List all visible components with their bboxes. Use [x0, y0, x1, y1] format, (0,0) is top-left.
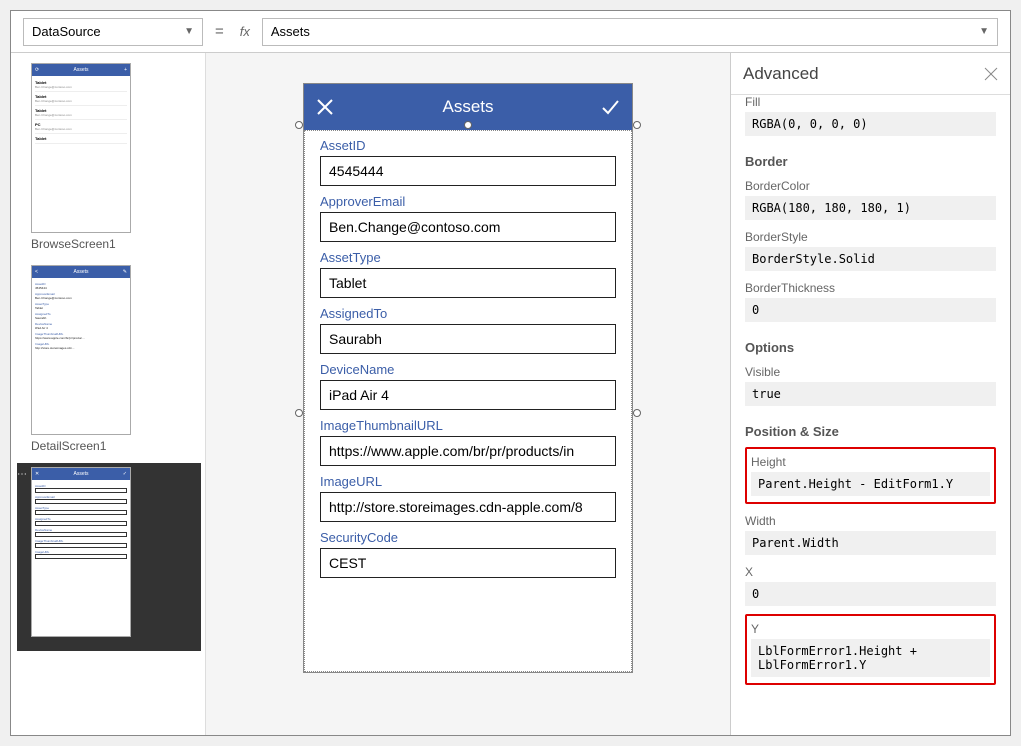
- thumb-label: DetailScreen1: [31, 439, 201, 453]
- field-input[interactable]: iPad Air 4: [320, 380, 616, 410]
- prop-height-value[interactable]: Parent.Height - EditForm1.Y: [751, 472, 990, 496]
- property-selector[interactable]: DataSource ▼: [23, 18, 203, 46]
- field-input[interactable]: http://store.storeimages.cdn-apple.com/8: [320, 492, 616, 522]
- formula-bar: DataSource ▼ = fx Assets ▼: [11, 11, 1010, 53]
- resize-handle[interactable]: [633, 409, 641, 417]
- prop-y-label: Y: [751, 622, 990, 636]
- phone-screen[interactable]: Assets AssetID 4545444 ApproverEmail Ben…: [303, 83, 633, 673]
- thumb-frame: ✕ Assets ✓ AssetID4545444 ApproverEmailB…: [31, 467, 131, 637]
- field-image-thumbnail-url: ImageThumbnailURL https://www.apple.com/…: [320, 418, 616, 466]
- screen-thumb-detail[interactable]: < Assets ✎ AssetID4545444 ApproverEmailB…: [17, 261, 201, 463]
- chevron-down-icon: ▼: [979, 26, 989, 37]
- prop-width-value[interactable]: Parent.Width: [745, 531, 996, 555]
- field-label: ImageThumbnailURL: [320, 418, 616, 433]
- field-device-name: DeviceName iPad Air 4: [320, 362, 616, 410]
- screen-thumb-browse[interactable]: ⟳ Assets + TabletBen.Change@contoso.com …: [17, 59, 201, 261]
- thumb-frame: ⟳ Assets + TabletBen.Change@contoso.com …: [31, 63, 131, 233]
- prop-fill-value[interactable]: RGBA(0, 0, 0, 0): [745, 112, 996, 136]
- field-label: SecurityCode: [320, 530, 616, 545]
- fx-label: fx: [236, 24, 254, 39]
- resize-handle[interactable]: [295, 121, 303, 129]
- chevron-down-icon: ▼: [184, 26, 194, 37]
- highlight-y: Y LblFormError1.Height + LblFormError1.Y: [745, 614, 996, 685]
- field-input[interactable]: Ben.Change@contoso.com: [320, 212, 616, 242]
- advanced-panel-header: Advanced: [731, 53, 1010, 95]
- field-input[interactable]: 4545444: [320, 156, 616, 186]
- field-label: DeviceName: [320, 362, 616, 377]
- thumb-label: BrowseScreen1: [31, 237, 201, 251]
- edit-form[interactable]: AssetID 4545444 ApproverEmail Ben.Change…: [304, 130, 632, 672]
- screen-thumb-edit[interactable]: ⋯ ✕ Assets ✓ AssetID4545444 ApproverEmai…: [17, 463, 201, 651]
- resize-handle[interactable]: [295, 409, 303, 417]
- thumb-header: < Assets ✎: [32, 266, 130, 278]
- prop-y-value[interactable]: LblFormError1.Height + LblFormError1.Y: [751, 639, 990, 677]
- field-label: AssignedTo: [320, 306, 616, 321]
- field-image-url: ImageURL http://store.storeimages.cdn-ap…: [320, 474, 616, 522]
- field-assigned-to: AssignedTo Saurabh: [320, 306, 616, 354]
- app-window: DataSource ▼ = fx Assets ▼ ⟳ Assets +: [10, 10, 1011, 736]
- field-input[interactable]: https://www.apple.com/br/pr/products/in: [320, 436, 616, 466]
- field-label: ApproverEmail: [320, 194, 616, 209]
- advanced-panel: Advanced Fill RGBA(0, 0, 0, 0) Border Bo…: [730, 53, 1010, 735]
- close-icon[interactable]: [316, 98, 334, 116]
- prop-borderthickness-value[interactable]: 0: [745, 298, 996, 322]
- more-icon[interactable]: ⋯: [17, 469, 27, 480]
- equals-sign: =: [211, 23, 228, 40]
- field-input[interactable]: CEST: [320, 548, 616, 578]
- prop-bordercolor-value[interactable]: RGBA(180, 180, 180, 1): [745, 196, 996, 220]
- field-input[interactable]: Tablet: [320, 268, 616, 298]
- prop-visible-label: Visible: [745, 365, 996, 379]
- advanced-panel-body[interactable]: Fill RGBA(0, 0, 0, 0) Border BorderColor…: [731, 95, 1010, 735]
- formula-input-value: Assets: [271, 24, 310, 39]
- prop-height-label: Height: [751, 455, 990, 469]
- field-asset-type: AssetType Tablet: [320, 250, 616, 298]
- section-options: Options: [745, 340, 996, 355]
- canvas[interactable]: Assets AssetID 4545444 ApproverEmail Ben…: [206, 53, 730, 735]
- app-header-title: Assets: [442, 97, 493, 117]
- prop-borderthickness-label: BorderThickness: [745, 281, 996, 295]
- field-security-code: SecurityCode CEST: [320, 530, 616, 578]
- prop-width-label: Width: [745, 514, 996, 528]
- field-label: ImageURL: [320, 474, 616, 489]
- prop-visible-value[interactable]: true: [745, 382, 996, 406]
- formula-input[interactable]: Assets ▼: [262, 18, 998, 46]
- prop-borderstyle-value[interactable]: BorderStyle.Solid: [745, 247, 996, 271]
- highlight-height: Height Parent.Height - EditForm1.Y: [745, 447, 996, 504]
- screens-sidebar[interactable]: ⟳ Assets + TabletBen.Change@contoso.com …: [11, 53, 206, 735]
- prop-x-label: X: [745, 565, 996, 579]
- property-selector-value: DataSource: [32, 24, 101, 39]
- section-border: Border: [745, 154, 996, 169]
- field-input[interactable]: Saurabh: [320, 324, 616, 354]
- thumb-frame: < Assets ✎ AssetID4545444 ApproverEmailB…: [31, 265, 131, 435]
- check-icon[interactable]: [600, 97, 620, 117]
- field-asset-id: AssetID 4545444: [320, 138, 616, 186]
- prop-fill-label: Fill: [745, 95, 996, 109]
- field-label: AssetType: [320, 250, 616, 265]
- resize-handle[interactable]: [464, 121, 472, 129]
- prop-bordercolor-label: BorderColor: [745, 179, 996, 193]
- field-label: AssetID: [320, 138, 616, 153]
- main-area: ⟳ Assets + TabletBen.Change@contoso.com …: [11, 53, 1010, 735]
- close-icon[interactable]: [984, 67, 998, 81]
- resize-handle[interactable]: [633, 121, 641, 129]
- prop-borderstyle-label: BorderStyle: [745, 230, 996, 244]
- panel-title: Advanced: [743, 64, 819, 84]
- prop-x-value[interactable]: 0: [745, 582, 996, 606]
- thumb-header: ⟳ Assets +: [32, 64, 130, 76]
- section-position-size: Position & Size: [745, 424, 996, 439]
- thumb-header: ✕ Assets ✓: [32, 468, 130, 480]
- field-approver-email: ApproverEmail Ben.Change@contoso.com: [320, 194, 616, 242]
